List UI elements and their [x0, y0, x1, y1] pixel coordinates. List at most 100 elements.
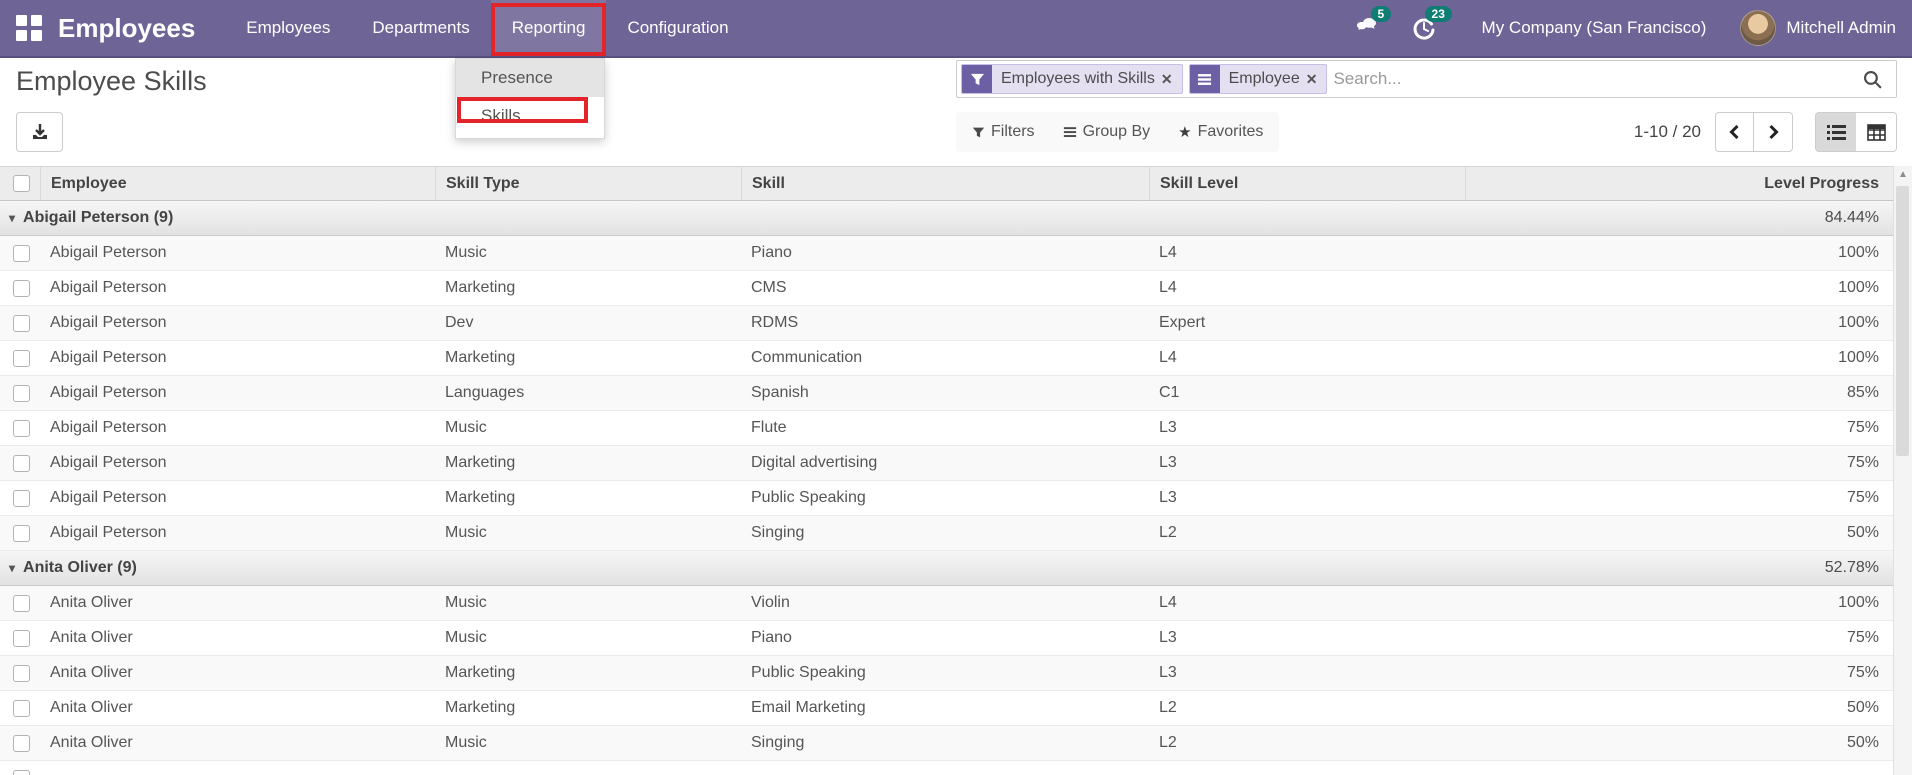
row-checkbox[interactable] — [13, 699, 30, 717]
cell-skill-level: L2 — [1159, 699, 1177, 716]
pager-buttons — [1715, 112, 1793, 152]
table-row[interactable]: Abigail Peterson Languages Spanish C1 85… — [0, 376, 1893, 411]
column-header-employee[interactable]: Employee — [40, 167, 435, 200]
table-row[interactable]: Anita Oliver Music Violin L4 100% — [0, 586, 1893, 621]
favorites-label: Favorites — [1197, 123, 1264, 140]
row-checkbox[interactable] — [13, 524, 30, 542]
column-header-level-progress[interactable]: Level Progress — [1465, 167, 1893, 200]
row-checkbox[interactable] — [13, 314, 30, 332]
row-checkbox[interactable] — [13, 734, 30, 752]
table-row[interactable]: Anita Oliver Music Piano L3 75% — [0, 621, 1893, 656]
search-facet-groupby: Employee ✕ — [1188, 64, 1328, 94]
search-icon[interactable] — [1849, 69, 1896, 90]
cell-employee: Anita Oliver — [50, 594, 133, 611]
row-checkbox[interactable] — [13, 489, 30, 507]
filters-label: Filters — [991, 123, 1035, 140]
table-row[interactable]: Abigail Peterson Marketing Digital adver… — [0, 446, 1893, 481]
list-view-button[interactable] — [1816, 113, 1856, 151]
apps-grid-icon[interactable] — [16, 15, 42, 41]
pager-previous-button[interactable] — [1716, 113, 1754, 151]
page-title: Employee Skills — [16, 66, 207, 96]
column-header-skill-level[interactable]: Skill Level — [1149, 167, 1465, 200]
cell-skill-type: Dev — [445, 314, 474, 331]
row-checkbox[interactable] — [13, 454, 30, 472]
user-menu[interactable]: Mitchell Admin — [1786, 18, 1896, 38]
cell-skill-level: L3 — [1159, 664, 1177, 681]
scroll-up-arrow-icon[interactable]: ▲ — [1894, 166, 1912, 184]
table-row[interactable]: Anita Oliver Marketing Email Marketing L… — [0, 691, 1893, 726]
cell-skill-level: L4 — [1159, 349, 1177, 366]
table-row[interactable]: Abigail Peterson Marketing CMS L4 100% — [0, 271, 1893, 306]
table-row[interactable]: Abigail Peterson Dev RDMS Expert 100% — [0, 306, 1893, 341]
activities-icon[interactable]: 23 — [1410, 6, 1452, 42]
cell-skill-type: Music — [445, 629, 487, 646]
search-input[interactable] — [1333, 63, 1849, 95]
row-checkbox[interactable] — [13, 594, 30, 612]
menu-item-presence[interactable]: Presence — [456, 59, 604, 97]
cell-level-progress: 50% — [1846, 734, 1879, 751]
scrollbar-thumb[interactable] — [1896, 186, 1909, 456]
partial-table-row[interactable] — [0, 761, 1893, 775]
list-view-icon — [1826, 124, 1846, 140]
cell-employee: Abigail Peterson — [50, 384, 167, 401]
cell-skill-level: L4 — [1159, 279, 1177, 296]
cell-skill-type: Marketing — [445, 454, 516, 471]
group-label: Abigail Peterson (9) — [23, 209, 174, 226]
cell-skill-type: Marketing — [445, 699, 516, 716]
pager-next-button[interactable] — [1754, 113, 1792, 151]
cell-employee: Abigail Peterson — [50, 489, 167, 506]
cell-level-progress: 100% — [1838, 279, 1879, 296]
table-row[interactable]: Anita Oliver Marketing Public Speaking L… — [0, 656, 1893, 691]
row-checkbox[interactable] — [13, 629, 30, 647]
table-row[interactable]: Anita Oliver Music Singing L2 50% — [0, 726, 1893, 761]
facet-label: Employees with Skills — [1001, 70, 1155, 87]
app-brand[interactable]: Employees — [58, 13, 195, 44]
menu-item-skills[interactable]: Skills — [456, 97, 604, 135]
menu-employees[interactable]: Employees — [225, 0, 351, 56]
row-checkbox[interactable] — [13, 419, 30, 437]
row-checkbox[interactable] — [13, 384, 30, 402]
filters-button[interactable]: Filters — [972, 123, 1035, 141]
cell-skill-type: Music — [445, 734, 487, 751]
company-switcher[interactable]: My Company (San Francisco) — [1482, 18, 1707, 38]
cell-skill-type: Music — [445, 594, 487, 611]
row-checkbox[interactable] — [13, 279, 30, 297]
filter-icon — [962, 65, 992, 93]
table-row[interactable]: Abigail Peterson Music Piano L4 100% — [0, 236, 1893, 271]
pager: 1-10 / 20 — [1634, 112, 1897, 152]
row-checkbox[interactable] — [13, 349, 30, 367]
table-row[interactable]: Abigail Peterson Music Flute L3 75% — [0, 411, 1893, 446]
group-row[interactable]: ▾ Abigail Peterson (9) 84.44% — [0, 201, 1893, 236]
menu-reporting[interactable]: Reporting — [490, 0, 607, 56]
table-row[interactable]: Abigail Peterson Marketing Communication… — [0, 341, 1893, 376]
favorites-button[interactable]: ★ Favorites — [1178, 123, 1263, 141]
messages-icon[interactable]: 5 — [1356, 6, 1392, 42]
cell-skill: RDMS — [751, 314, 799, 331]
row-checkbox[interactable] — [13, 770, 30, 775]
cell-skill-level: L2 — [1159, 734, 1177, 751]
cell-skill: Public Speaking — [751, 664, 866, 681]
table-scrollbar[interactable]: ▲ — [1893, 166, 1912, 775]
column-header-skill-type[interactable]: Skill Type — [435, 167, 741, 200]
cell-employee: Abigail Peterson — [50, 349, 167, 366]
row-checkbox[interactable] — [13, 664, 30, 682]
cell-level-progress: 75% — [1846, 489, 1879, 506]
menu-configuration[interactable]: Configuration — [606, 0, 749, 56]
table-row[interactable]: Abigail Peterson Music Singing L2 50% — [0, 516, 1893, 551]
menu-departments[interactable]: Departments — [351, 0, 490, 56]
table-row[interactable]: Abigail Peterson Marketing Public Speaki… — [0, 481, 1893, 516]
pivot-view-button[interactable] — [1856, 113, 1896, 151]
select-all-checkbox[interactable] — [13, 175, 30, 192]
row-checkbox[interactable] — [13, 244, 30, 262]
search-bar[interactable]: Employees with Skills ✕ Employee ✕ — [956, 60, 1897, 98]
cell-level-progress: 50% — [1846, 699, 1879, 716]
cell-skill: Public Speaking — [751, 489, 866, 506]
group-row[interactable]: ▾ Anita Oliver (9) 52.78% — [0, 551, 1893, 586]
cell-skill-type: Marketing — [445, 279, 516, 296]
group-by-button[interactable]: Group By — [1063, 123, 1150, 141]
user-avatar[interactable] — [1740, 10, 1777, 46]
facet-remove-icon[interactable]: ✕ — [1306, 65, 1327, 93]
export-button[interactable] — [16, 112, 63, 152]
column-header-skill[interactable]: Skill — [741, 167, 1149, 200]
facet-remove-icon[interactable]: ✕ — [1161, 65, 1182, 93]
